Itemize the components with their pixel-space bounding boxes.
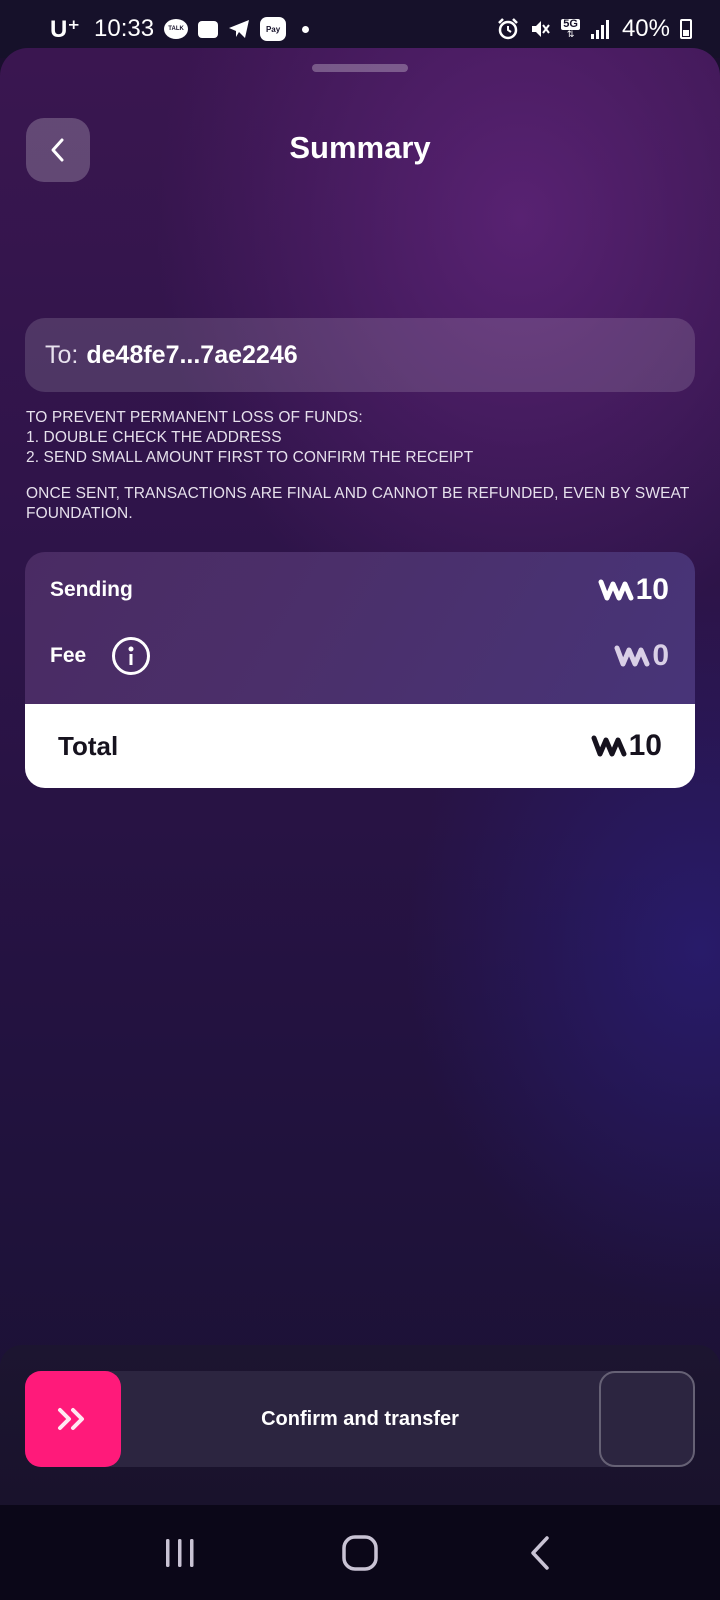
recent-apps-icon <box>166 1538 194 1567</box>
slider-handle[interactable] <box>25 1371 121 1467</box>
recipient-address-field: To: de48fe7...7ae2246 <box>25 318 695 392</box>
transfer-summary-card: Sending 10 Fee 0 Total 10 <box>25 552 695 788</box>
sweat-coin-icon <box>598 579 634 601</box>
fee-amount-value: 0 <box>652 639 669 672</box>
warning-line: 2. SEND SMALL AMOUNT FIRST TO CONFIRM TH… <box>26 449 474 466</box>
system-nav-bar <box>0 1505 720 1600</box>
telegram-icon <box>228 19 250 39</box>
total-amount-value: 10 <box>628 729 662 762</box>
kakaotalk-icon: TALK <box>164 19 189 39</box>
fee-label-group: Fee <box>50 637 151 675</box>
signal-icon <box>590 19 612 39</box>
fee-row: Fee 0 <box>25 634 695 678</box>
bottom-action-bar: Confirm and transfer <box>0 1345 720 1505</box>
warning-final-note: ONCE SENT, TRANSACTIONS ARE FINAL AND CA… <box>26 485 690 522</box>
home-icon <box>342 1534 378 1571</box>
pay-icon: Pay <box>260 17 287 41</box>
battery-percent: 40% <box>621 15 670 42</box>
notification-dot-icon <box>302 25 310 33</box>
sending-amount-value: 10 <box>635 573 669 606</box>
recipient-prefix: To: <box>45 340 79 369</box>
confirm-transfer-slider[interactable]: Confirm and transfer <box>25 1371 695 1467</box>
info-icon <box>128 646 134 665</box>
sending-label: Sending <box>50 578 133 601</box>
total-amount: 10 <box>591 729 662 763</box>
recent-apps-button[interactable] <box>140 1523 220 1583</box>
warning-line: TO PREVENT PERMANENT LOSS OF FUNDS: <box>26 409 363 426</box>
status-right: 5G ⇅ 40% <box>497 15 692 43</box>
sweat-coin-icon <box>614 645 650 667</box>
sending-amount: 10 <box>598 573 669 607</box>
fee-amount: 0 <box>614 639 669 673</box>
recipient-address: de48fe7...7ae2246 <box>86 340 298 369</box>
back-arrow-icon <box>531 1535 549 1570</box>
fee-label: Fee <box>50 644 87 667</box>
home-button[interactable] <box>320 1523 400 1583</box>
double-chevron-right-icon <box>58 1408 84 1430</box>
carrier-label: U⁺ <box>50 15 80 43</box>
fee-info-button[interactable] <box>112 637 151 675</box>
sending-row: Sending 10 <box>25 570 695 610</box>
clock: 10:33 <box>94 15 155 42</box>
total-label: Total <box>58 730 119 761</box>
battery-icon <box>680 19 692 39</box>
total-row: Total 10 <box>25 704 695 788</box>
page-title: Summary <box>289 130 431 165</box>
network-5g-icon: 5G ⇅ <box>561 18 580 39</box>
status-left: U⁺ 10:33 TALK Pay <box>50 15 310 44</box>
sheet-grabber[interactable] <box>312 64 408 72</box>
summary-sheet: Summary To: de48fe7...7ae2246 TO PREVENT… <box>0 48 720 1500</box>
warning-text: TO PREVENT PERMANENT LOSS OF FUNDS: 1. D… <box>26 408 706 524</box>
warning-line: 1. DOUBLE CHECK THE ADDRESS <box>26 429 282 446</box>
message-icon <box>198 20 219 38</box>
system-back-button[interactable] <box>500 1523 580 1583</box>
alarm-icon <box>497 18 519 40</box>
slider-label: Confirm and transfer <box>261 1407 459 1430</box>
slider-target-slot <box>599 1371 695 1467</box>
mute-icon <box>529 18 551 40</box>
sweat-coin-icon <box>591 735 627 757</box>
